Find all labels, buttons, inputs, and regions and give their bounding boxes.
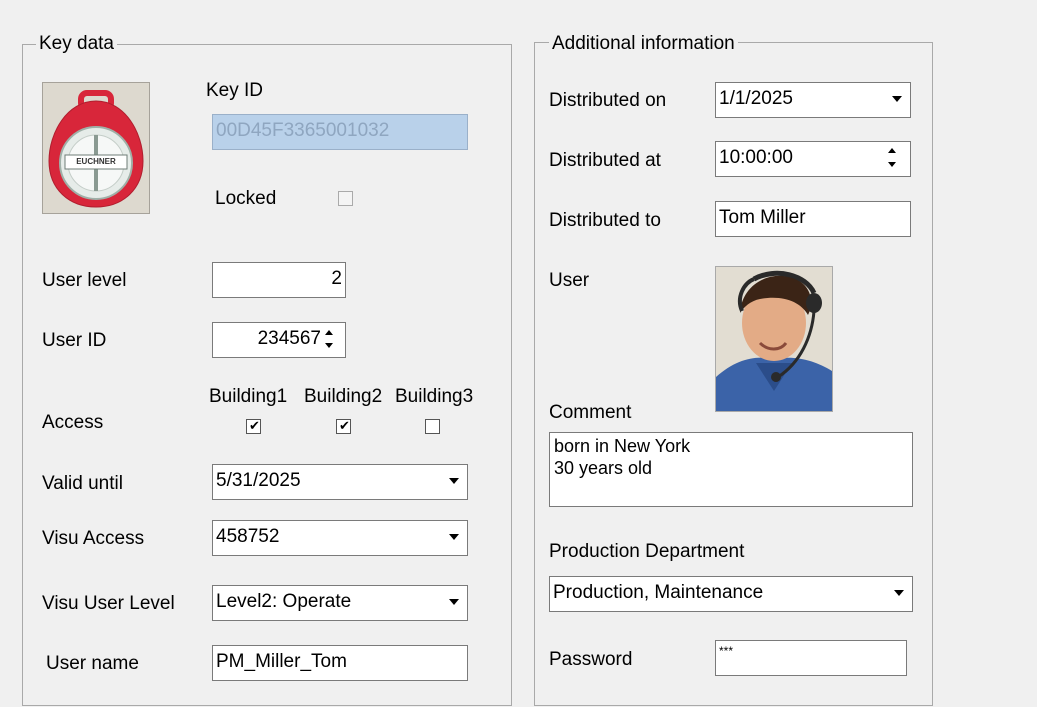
user-level-label: User level: [42, 270, 127, 291]
password-value: ***: [719, 644, 734, 658]
visu-user-level-value: Level2: Operate: [216, 591, 352, 612]
key-fob-icon: [48, 90, 144, 208]
comment-label: Comment: [549, 402, 632, 423]
department-label: Production Department: [549, 541, 745, 562]
password-field[interactable]: ***: [715, 640, 907, 676]
user-name-field[interactable]: PM_Miller_Tom: [212, 645, 468, 681]
distributed-to-field[interactable]: Tom Miller: [715, 201, 911, 237]
user-level-field[interactable]: 2: [212, 262, 346, 298]
user-photo-image: [716, 267, 832, 411]
visu-access-value: 458752: [216, 526, 280, 547]
key-data-legend: Key data: [36, 33, 117, 55]
locked-label: Locked: [215, 188, 277, 209]
distributed-at-value: 10:00:00: [719, 147, 793, 168]
department-value: Production, Maintenance: [553, 582, 764, 603]
user-label: User: [549, 270, 590, 291]
chevron-down-icon[interactable]: [892, 96, 902, 102]
visu-access-select[interactable]: 458752: [212, 520, 468, 556]
chevron-down-icon[interactable]: [449, 599, 459, 605]
locked-checkbox[interactable]: [338, 191, 353, 206]
department-select[interactable]: Production, Maintenance: [549, 576, 913, 612]
visu-user-level-select[interactable]: Level2: Operate: [212, 585, 468, 621]
chevron-down-icon[interactable]: [449, 478, 459, 484]
visu-user-level-label: Visu User Level: [42, 593, 175, 614]
checkmark-icon: ✔: [339, 419, 350, 434]
key-logo-text: EUCHNER: [76, 157, 116, 166]
distributed-on-label: Distributed on: [549, 90, 667, 111]
valid-until-value: 5/31/2025: [216, 470, 301, 491]
valid-until-datepicker[interactable]: 5/31/2025: [212, 464, 468, 500]
user-name-label: User name: [46, 653, 139, 674]
key-id-field[interactable]: 00D45F3365001032: [212, 114, 468, 150]
user-id-up-icon[interactable]: [325, 330, 333, 335]
chevron-down-icon[interactable]: [449, 534, 459, 540]
time-up-icon[interactable]: [888, 148, 896, 153]
building1-checkbox[interactable]: ✔: [246, 419, 261, 434]
checkmark-icon: ✔: [249, 419, 260, 434]
user-id-value: 234567: [257, 328, 321, 349]
building3-checkbox[interactable]: [425, 419, 440, 434]
user-id-label: User ID: [42, 330, 107, 351]
building3-label: Building3: [395, 386, 474, 407]
distributed-to-label: Distributed to: [549, 210, 661, 231]
valid-until-label: Valid until: [42, 473, 123, 494]
user-id-stepper[interactable]: 234567: [212, 322, 346, 358]
distributed-at-timepicker[interactable]: 10:00:00: [715, 141, 911, 177]
building2-label: Building2: [304, 386, 383, 407]
key-id-label: Key ID: [206, 80, 264, 101]
user-photo: [715, 266, 833, 412]
user-id-down-icon[interactable]: [325, 343, 333, 348]
chevron-down-icon[interactable]: [894, 590, 904, 596]
distributed-at-label: Distributed at: [549, 150, 661, 171]
password-label: Password: [549, 649, 633, 670]
building1-label: Building1: [209, 386, 288, 407]
time-down-icon[interactable]: [888, 162, 896, 167]
comment-textarea[interactable]: born in New York 30 years old: [549, 432, 913, 507]
distributed-on-datepicker[interactable]: 1/1/2025: [715, 82, 911, 118]
access-label: Access: [42, 412, 104, 433]
building2-checkbox[interactable]: ✔: [336, 419, 351, 434]
additional-info-legend: Additional information: [549, 33, 738, 55]
key-fob-image: EUCHNER: [42, 82, 150, 214]
distributed-on-value: 1/1/2025: [719, 88, 793, 109]
visu-access-label: Visu Access: [42, 528, 145, 549]
